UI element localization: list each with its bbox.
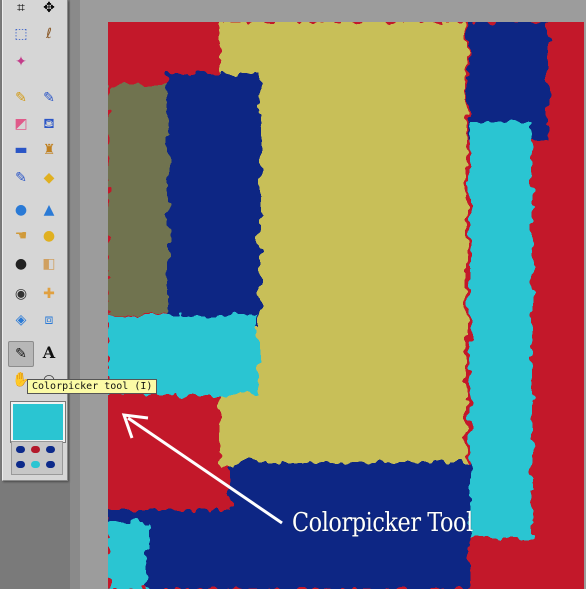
foreground-color-swatch[interactable]	[10, 401, 66, 443]
marquee-icon[interactable]: ⬚	[9, 22, 33, 46]
pinch-icon[interactable]: ⧈	[37, 308, 61, 332]
magic-wand-icon[interactable]: ✦	[9, 50, 33, 74]
cyan-stroke-bottom	[108, 522, 148, 589]
brush-icon[interactable]: ✎	[37, 86, 61, 110]
smudge-icon[interactable]: ☚	[9, 224, 33, 248]
toolbox: ⌗ ✥ ⬚ ℓ ✦ ✎ ✎ ◩ ⛾ ▬ ♜ ✎ ◆ ● ▲ ☚ ● ● ◧ ◉ …	[2, 0, 68, 481]
red-eye-icon[interactable]: ◉	[9, 282, 33, 306]
palette-color[interactable]	[16, 446, 25, 453]
lasso-icon[interactable]: ℓ	[37, 22, 61, 46]
move-icon[interactable]: ✥	[37, 0, 61, 20]
shapes-icon[interactable]: ◆	[37, 166, 61, 190]
olive-stroke	[108, 84, 176, 314]
crop-icon[interactable]: ⌗	[9, 0, 33, 20]
stamp-icon[interactable]: ♜	[37, 138, 61, 162]
replace-color-icon[interactable]: ✎	[9, 166, 33, 190]
blue-stroke-left	[168, 74, 260, 329]
colorpicker-icon[interactable]: ✎	[8, 341, 34, 367]
palette-color[interactable]	[16, 461, 25, 468]
eraser-icon[interactable]: ◩	[9, 112, 33, 136]
painting	[108, 22, 584, 589]
pencil-icon[interactable]: ✎	[9, 86, 33, 110]
color-palette	[11, 441, 63, 475]
blur-icon[interactable]: ●	[9, 198, 33, 222]
palette-color[interactable]	[31, 446, 40, 453]
type-icon[interactable]: A	[37, 341, 61, 365]
gradient-icon[interactable]: ▬	[9, 138, 33, 162]
palette-color[interactable]	[46, 446, 55, 453]
sponge-icon[interactable]: ●	[37, 224, 61, 248]
annotation-label: Colorpicker Tool	[292, 508, 473, 538]
spot-heal-icon[interactable]: ✚	[37, 282, 61, 306]
palette-color[interactable]	[31, 461, 40, 468]
paint-bucket-icon[interactable]: ⛾	[37, 112, 61, 136]
dodge-icon[interactable]: ◧	[37, 252, 61, 276]
palette-color[interactable]	[46, 461, 55, 468]
image-canvas[interactable]	[108, 22, 584, 589]
sharpen-icon[interactable]: ▲	[37, 198, 61, 222]
bloat-icon[interactable]: ◈	[9, 308, 33, 332]
tooltip: Colorpicker tool (I)	[27, 379, 158, 394]
cyan-stroke-right	[470, 122, 532, 537]
zoom-icon[interactable]: ●	[9, 252, 33, 276]
